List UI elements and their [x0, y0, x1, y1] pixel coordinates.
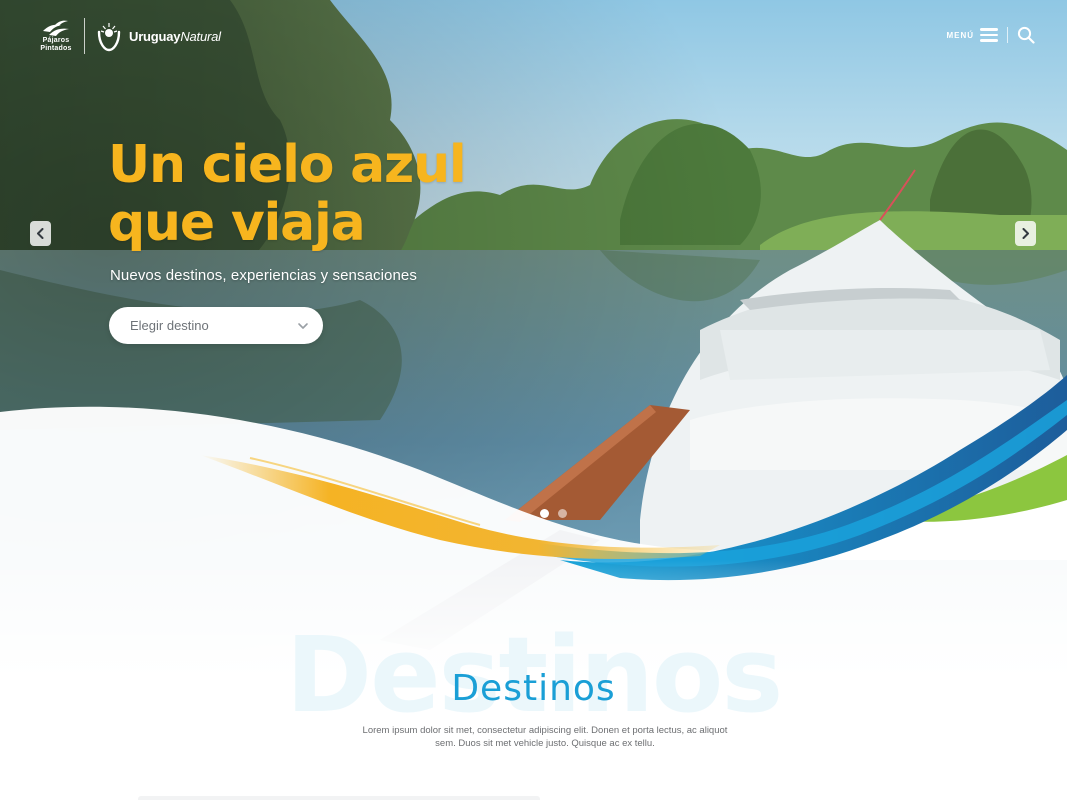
destinos-description: Lorem ipsum dolor sit met, consectetur a…: [360, 724, 730, 750]
uruguay-natural-logo: UruguayNatural: [95, 20, 221, 52]
menu-label[interactable]: MENÚ: [946, 31, 974, 40]
destinos-description-line-2: sem. Duos sit met vehicle justo. Quisque…: [435, 738, 655, 749]
destination-card-top: [138, 796, 540, 800]
pajaros-pintados-logo: Pájaros Pintados: [36, 19, 76, 53]
search-icon[interactable]: [1017, 26, 1035, 44]
brand-logos[interactable]: Pájaros Pintados UruguayNatural: [36, 18, 221, 54]
header-nav: MENÚ: [946, 26, 1035, 44]
hero-subtitle: Nuevos destinos, experiencias y sensacio…: [110, 267, 417, 284]
carousel-prev-button[interactable]: [30, 221, 51, 246]
destination-select[interactable]: Elegir destino: [109, 307, 323, 344]
carousel-dots: [540, 509, 576, 518]
birds-icon: [43, 20, 69, 36]
hero-title: Un cielo azul que viaja: [108, 135, 467, 253]
nav-divider: [1007, 27, 1008, 43]
destinos-description-line-1: Lorem ipsum dolor sit met, consectetur a…: [362, 725, 728, 736]
uruguay-word: Uruguay: [129, 28, 181, 44]
chevron-left-icon: [37, 228, 44, 239]
carousel-dot-2[interactable]: [558, 509, 567, 518]
destination-select-placeholder: Elegir destino: [130, 318, 209, 333]
brand-divider: [84, 18, 85, 54]
hamburger-icon[interactable]: [980, 28, 998, 42]
carousel-dot-1[interactable]: [540, 509, 549, 518]
carousel-next-button[interactable]: [1015, 221, 1036, 246]
birds-line-2: Pintados: [40, 45, 72, 52]
site-header: Pájaros Pintados UruguayNatural MENÚ: [0, 0, 1067, 80]
hero-title-line-1: Un cielo azul: [108, 135, 467, 195]
destinos-title: Destinos: [451, 668, 616, 709]
chevron-right-icon: [1022, 228, 1029, 239]
natural-word: Natural: [180, 28, 221, 44]
sun-icon: [97, 23, 121, 52]
uruguay-natural-wordmark: UruguayNatural: [129, 29, 221, 44]
hero-title-line-2: que viaja: [108, 193, 366, 253]
chevron-down-icon: [298, 323, 308, 329]
birds-line-1: Pájaros: [42, 37, 70, 44]
